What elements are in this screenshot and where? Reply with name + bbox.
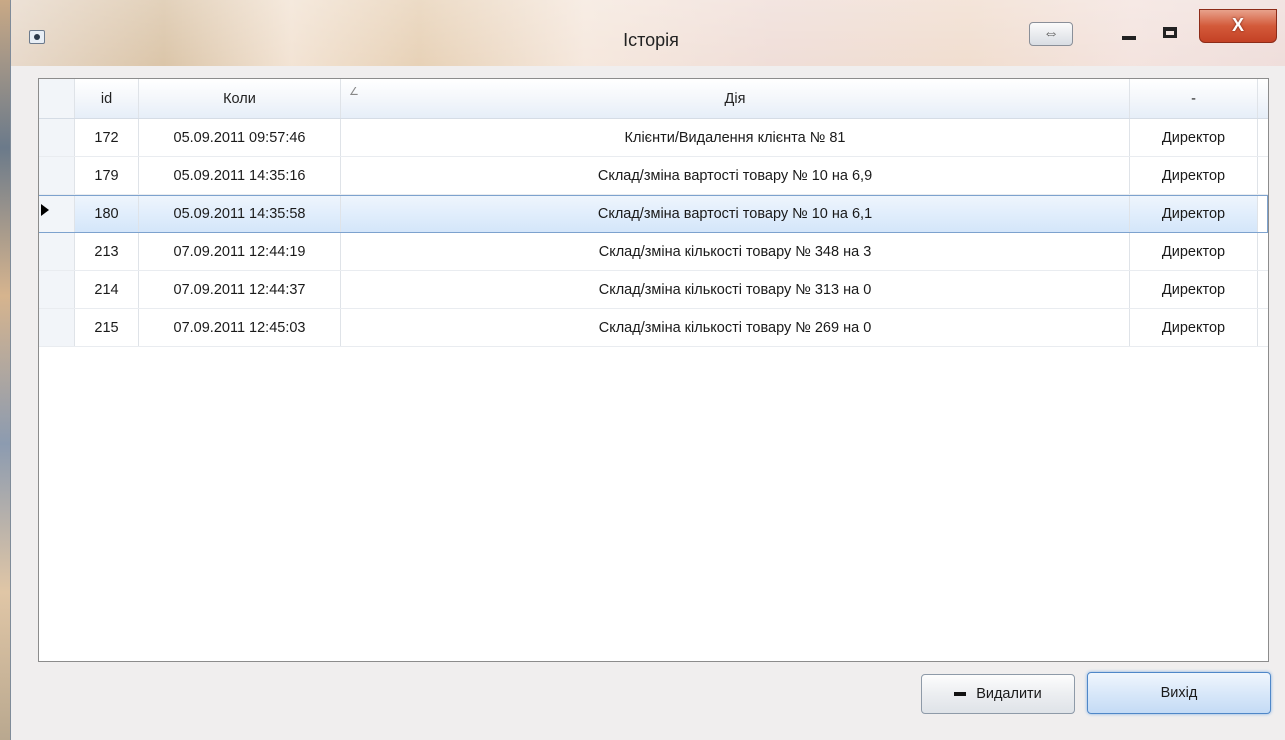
maximize-button[interactable] <box>1157 20 1185 46</box>
delete-button-label: Видалити <box>976 686 1042 702</box>
row-indicator-cell <box>39 309 75 346</box>
cell-user[interactable]: Директор <box>1130 119 1258 156</box>
cell-when[interactable]: 05.09.2011 14:35:16 <box>139 157 341 194</box>
row-indicator-cell <box>39 271 75 308</box>
cell-user[interactable]: Директор <box>1130 233 1258 270</box>
row-indicator-cell <box>39 233 75 270</box>
column-header-user[interactable]: - <box>1130 79 1258 118</box>
table-row[interactable]: 180 05.09.2011 14:35:58 Склад/зміна вартос… <box>39 195 1268 233</box>
cell-action[interactable]: Склад/зміна кількості товару № 313 на 0 <box>341 271 1130 308</box>
column-header-action[interactable]: ∠ Дія <box>341 79 1130 118</box>
cell-action[interactable]: Клієнти/Видалення клієнта № 81 <box>341 119 1130 156</box>
header-indicator-cell <box>39 79 75 118</box>
title-bar[interactable]: Історія ⇔ X <box>11 0 1285 66</box>
cell-action[interactable]: Склад/зміна кількості товару № 348 на 3 <box>341 233 1130 270</box>
exit-button-label: Вихід <box>1160 685 1198 701</box>
cell-user[interactable]: Директор <box>1130 309 1258 346</box>
cell-id[interactable]: 215 <box>75 309 139 346</box>
cell-when[interactable]: 07.09.2011 12:44:19 <box>139 233 341 270</box>
exit-button[interactable]: Вихід <box>1087 672 1271 714</box>
cell-when[interactable]: 05.09.2011 09:57:46 <box>139 119 341 156</box>
table-row[interactable]: 215 07.09.2011 12:45:03 Склад/зміна кілько… <box>39 309 1268 347</box>
table-row[interactable]: 214 07.09.2011 12:44:37 Склад/зміна кілько… <box>39 271 1268 309</box>
cell-action[interactable]: Склад/зміна вартості товару № 10 на 6,9 <box>341 157 1130 194</box>
sort-indicator-icon: ∠ <box>349 86 359 98</box>
minimize-button[interactable] <box>1116 20 1144 46</box>
close-button[interactable]: X <box>1199 9 1277 43</box>
table-row[interactable]: 213 07.09.2011 12:44:19 Склад/зміна кілько… <box>39 233 1268 271</box>
cell-id[interactable]: 180 <box>75 196 139 232</box>
swap-arrows-button[interactable]: ⇔ <box>1029 22 1073 46</box>
current-row-arrow-icon <box>41 204 49 216</box>
row-indicator-cell <box>39 157 75 194</box>
window-title: Історія <box>623 30 679 50</box>
desktop-background <box>0 0 10 740</box>
history-grid[interactable]: id Коли ∠ Дія - 172 05.09.2011 09:57:46 Кл… <box>38 78 1269 662</box>
column-header-when[interactable]: Коли <box>139 79 341 118</box>
cell-when[interactable]: 05.09.2011 14:35:58 <box>139 196 341 232</box>
row-indicator-cell <box>39 196 75 232</box>
cell-when[interactable]: 07.09.2011 12:45:03 <box>139 309 341 346</box>
cell-user[interactable]: Директор <box>1130 157 1258 194</box>
minus-icon <box>954 692 967 696</box>
grid-header: id Коли ∠ Дія - <box>39 79 1268 119</box>
cell-action[interactable]: Склад/зміна вартості товару № 10 на 6,1 <box>341 196 1130 232</box>
cell-user[interactable]: Директор <box>1130 196 1258 232</box>
cell-id[interactable]: 179 <box>75 157 139 194</box>
row-indicator-cell <box>39 119 75 156</box>
table-row[interactable]: 179 05.09.2011 14:35:16 Склад/зміна вартос… <box>39 157 1268 195</box>
cell-when[interactable]: 07.09.2011 12:44:37 <box>139 271 341 308</box>
column-header-action-label: Дія <box>724 90 746 107</box>
cell-id[interactable]: 213 <box>75 233 139 270</box>
cell-id[interactable]: 214 <box>75 271 139 308</box>
app-icon[interactable] <box>29 30 45 44</box>
cell-id[interactable]: 172 <box>75 119 139 156</box>
delete-button[interactable]: Видалити <box>921 674 1075 714</box>
cell-action[interactable]: Склад/зміна кількості товару № 269 на 0 <box>341 309 1130 346</box>
table-row[interactable]: 172 05.09.2011 09:57:46 Клієнти/Видалення … <box>39 119 1268 157</box>
cell-user[interactable]: Директор <box>1130 271 1258 308</box>
column-header-id[interactable]: id <box>75 79 139 118</box>
history-window: Історія ⇔ X id Коли ∠ Дія - 172 05.09.201… <box>10 0 1285 740</box>
